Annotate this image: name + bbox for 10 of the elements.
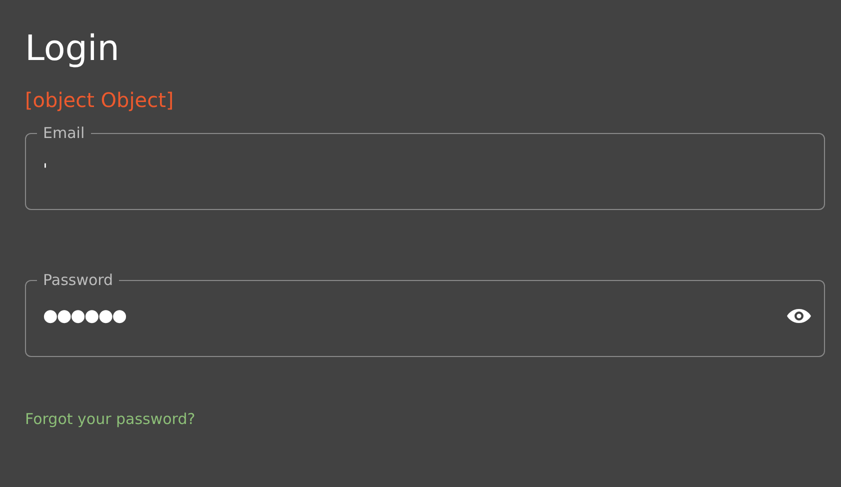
- page-title: Login: [25, 28, 120, 71]
- password-field[interactable]: Password ●●●●●●: [25, 271, 825, 357]
- eye-icon[interactable]: [786, 308, 812, 324]
- field-value: ●●●●●●: [43, 306, 128, 326]
- email-field[interactable]: Email ': [25, 124, 825, 210]
- field-label: Email: [42, 124, 86, 142]
- field-label: Password: [42, 271, 114, 289]
- error-message: [object Object]: [25, 87, 175, 113]
- field-value: ': [43, 160, 48, 179]
- forgot-password-link[interactable]: Forgot your password?: [25, 410, 196, 428]
